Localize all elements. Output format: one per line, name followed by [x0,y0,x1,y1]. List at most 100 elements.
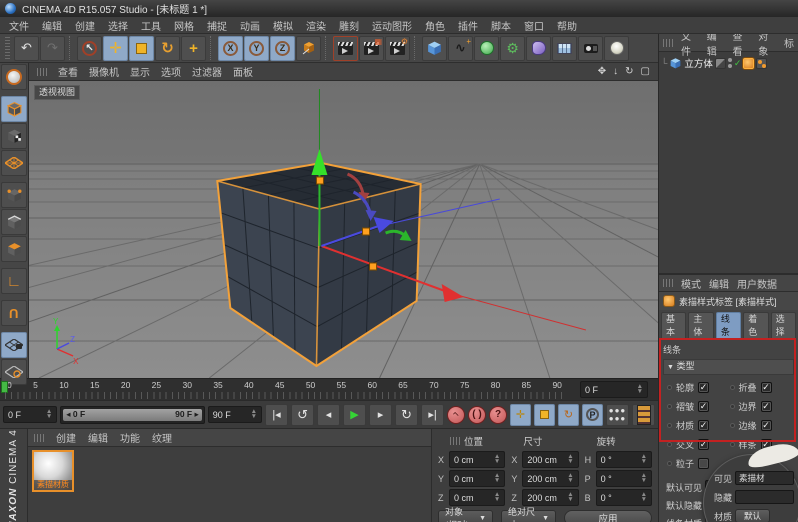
workplane-button[interactable] [1,150,27,176]
position-z-field[interactable]: 0 cm▲▼ [449,489,505,506]
add-environment-button[interactable] [552,36,577,61]
key-position-toggle[interactable]: ✛ [510,404,531,426]
tab-shading[interactable]: 着色 [743,312,768,340]
redo-button[interactable]: ↷ [40,36,65,61]
om-menu-objects[interactable]: 对象 [758,34,776,58]
add-generator-button[interactable]: ⚙ [500,36,525,61]
material-menu-function[interactable]: 功能 [120,430,140,445]
viewport-pan-icon[interactable]: ✥ [598,66,606,77]
size-y-field[interactable]: 200 cm▲▼ [522,470,578,487]
size-z-field[interactable]: 200 cm▲▼ [522,489,578,506]
menu-character[interactable]: 角色 [425,18,445,33]
om-menu-tags[interactable]: 标 [784,35,794,50]
tab-lines[interactable]: 线条 [716,312,741,340]
sketch-style-tag-icon[interactable] [756,58,767,69]
visibility-dots-icon[interactable] [728,58,732,68]
viewport-menu-options[interactable]: 选项 [161,64,181,79]
autokey-button[interactable]: ( ) [468,406,486,424]
menu-mesh[interactable]: 网格 [174,18,194,33]
type-group-header[interactable]: ▼ 类型 [663,359,794,375]
viewport-menu-cameras[interactable]: 摄像机 [89,64,119,79]
key-pla-toggle[interactable]: ●●●●●● [606,404,629,426]
y-handle[interactable] [316,177,323,184]
material-menu-texture[interactable]: 纹理 [152,430,172,445]
scale-tool-button[interactable] [129,36,154,61]
apply-button[interactable]: 应用 [564,510,652,522]
menu-edit[interactable]: 编辑 [42,18,62,33]
checkbox-icon[interactable]: ✓ [698,420,709,431]
render-settings-button[interactable]: ⚙ [385,36,410,61]
checkbox-folds[interactable]: 折叠✓ [730,381,791,394]
render-view-button[interactable] [333,36,358,61]
last-tool-button[interactable]: + [181,36,206,61]
checkbox-icon[interactable]: ✓ [761,382,772,393]
attribute-manager-grip[interactable] [663,279,673,287]
menu-script[interactable]: 脚本 [491,18,511,33]
viewport-canvas[interactable]: Y X Z [29,81,658,378]
object-manager-list[interactable]: └ 立方体 ✓ [659,52,798,274]
key-scale-toggle[interactable] [534,404,555,426]
object-manager-grip[interactable] [663,39,673,47]
range-start-field[interactable]: 0 F▲▼ [3,406,57,423]
lock-x-axis-button[interactable]: X [218,36,243,61]
add-camera-button[interactable] [578,36,603,61]
add-subdivision-surface-button[interactable] [474,36,499,61]
undo-button[interactable]: ↶ [14,36,39,61]
range-scrubber[interactable]: ◂ 0 F 90 F ▸ [60,406,205,424]
menu-simulate[interactable]: 模拟 [273,18,293,33]
lock-workplane-button[interactable] [1,332,27,358]
coordinate-mode-dropdown[interactable]: 对象 (相对)▼ [438,510,493,522]
checkbox-outline[interactable]: 轮廓✓ [667,381,728,394]
key-parameter-toggle[interactable]: P [582,404,603,426]
menu-snap[interactable]: 捕捉 [207,18,227,33]
material-menu-create[interactable]: 创建 [56,430,76,445]
enabled-check-icon[interactable]: ✓ [734,58,742,69]
viewport-rotate-icon[interactable]: ↻ [625,66,633,77]
x-handle[interactable] [370,263,377,270]
menu-tools[interactable]: 工具 [141,18,161,33]
range-bar[interactable]: ◂ 0 F 90 F ▸ [63,409,202,421]
menu-window[interactable]: 窗口 [524,18,544,33]
menu-help[interactable]: 帮助 [557,18,577,33]
add-light-button[interactable] [604,36,629,61]
tab-main[interactable]: 主体 [688,312,713,340]
position-x-field[interactable]: 0 cm▲▼ [449,451,505,468]
checkbox-icon[interactable]: ✓ [698,382,709,393]
snap-button[interactable]: U [1,300,27,326]
goto-start-button[interactable]: |◂ [265,404,288,426]
live-selection-button[interactable]: ↖ [77,36,102,61]
move-tool-button[interactable]: ✛ [103,36,128,61]
render-picture-viewer-button[interactable]: ▦ [359,36,384,61]
material-thumbnail[interactable]: 素描材质 [32,450,74,492]
points-mode-button[interactable] [1,182,27,208]
checkbox-icon[interactable] [698,458,709,469]
rotate-tool-button[interactable]: ↻ [155,36,180,61]
make-editable-button[interactable] [1,64,27,90]
add-deformer-button[interactable] [526,36,551,61]
tab-selection[interactable]: 选择 [771,312,796,340]
position-y-field[interactable]: 0 cm▲▼ [449,470,505,487]
menu-mograph[interactable]: 运动图形 [372,18,412,33]
menu-plugins[interactable]: 插件 [458,18,478,33]
edges-mode-button[interactable] [1,209,27,235]
stepper-icon[interactable]: ▲▼ [46,410,52,420]
timeline-track[interactable]: 051015202530354045505560657075808590 [0,379,574,400]
play-button[interactable]: ▶ [343,404,366,426]
checkbox-icon[interactable]: ✓ [698,401,709,412]
next-frame-button[interactable]: ▸ [369,404,392,426]
stepper-icon[interactable]: ▲▼ [251,410,257,420]
rotation-b-field[interactable]: 0 °▲▼ [596,489,652,506]
checkbox-icon[interactable]: ✓ [761,401,772,412]
menu-render[interactable]: 渲染 [306,18,326,33]
am-menu-userdata[interactable]: 用户数据 [737,276,777,291]
checkbox-edges[interactable]: 边缘✓ [730,419,791,432]
om-menu-file[interactable]: 文件 [681,34,699,58]
loop-button[interactable]: ↻ [395,404,418,426]
stepper-icon[interactable]: ▲▼ [637,385,643,395]
am-menu-edit[interactable]: 编辑 [709,276,729,291]
menu-file[interactable]: 文件 [9,18,29,33]
z-handle[interactable] [363,228,370,235]
tab-basic[interactable]: 基本 [661,312,686,340]
object-name[interactable]: 立方体 [684,56,713,70]
am-menu-mode[interactable]: 模式 [681,276,701,291]
